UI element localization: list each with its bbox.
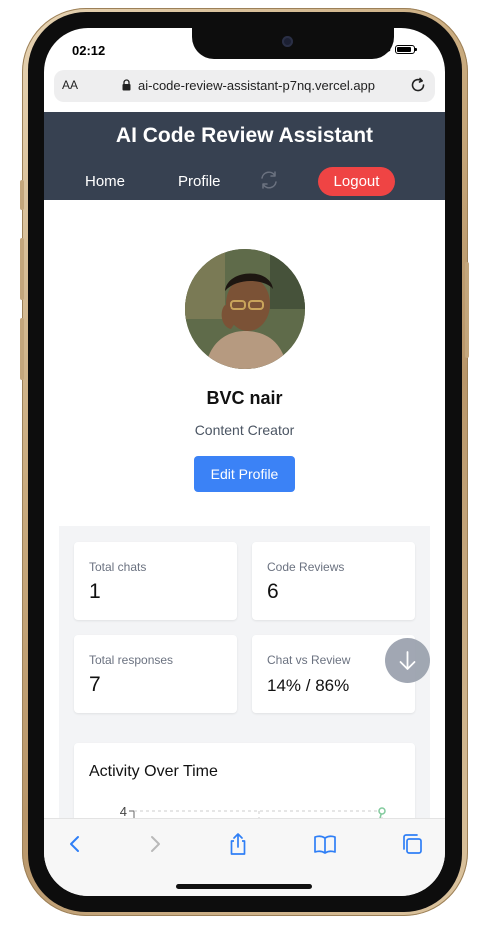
stat-value: 6	[267, 580, 279, 603]
profile-role: Content Creator	[194, 422, 295, 438]
stat-label: Total responses	[89, 653, 174, 667]
stat-card-code-reviews: Code Reviews 6	[252, 542, 415, 620]
nav-profile-link[interactable]: Profile	[178, 173, 221, 190]
logout-button[interactable]: Logout	[318, 167, 395, 196]
phone-screen: 02:12 5G AA ai-code-review-assistant-p7n…	[44, 28, 445, 896]
book-icon[interactable]	[312, 831, 338, 857]
stats-panel: Total chats 1 Code Reviews 6 Total respo…	[59, 526, 430, 865]
camera-icon	[282, 36, 293, 47]
stat-value: 7	[89, 673, 101, 696]
share-icon[interactable]	[225, 831, 251, 857]
chevron-left-icon[interactable]	[62, 831, 88, 857]
stat-value: 1	[89, 580, 101, 603]
data-point	[378, 807, 386, 815]
arrow-down-icon	[399, 651, 416, 670]
avatar	[185, 249, 305, 369]
chevron-right-icon[interactable]	[142, 831, 168, 857]
chart-title: Activity Over Time	[89, 763, 218, 780]
avatar-photo	[185, 249, 305, 369]
nav-home-link[interactable]: Home	[85, 173, 125, 190]
sync-icon[interactable]	[258, 169, 280, 191]
stat-card-total-responses: Total responses 7	[74, 635, 237, 713]
app-title: AI Code Review Assistant	[115, 124, 374, 147]
battery-icon	[395, 44, 417, 54]
reload-icon[interactable]	[409, 76, 427, 94]
stat-card-total-chats: Total chats 1	[74, 542, 237, 620]
tabs-icon[interactable]	[399, 831, 425, 857]
profile-name: BVC nair	[206, 388, 283, 408]
stat-label: Code Reviews	[267, 560, 345, 574]
volume-up-button	[20, 238, 24, 300]
stat-label: Total chats	[89, 560, 147, 574]
app-header: AI Code Review Assistant Home Profile Lo…	[44, 112, 445, 200]
stat-label: Chat vs Review	[267, 653, 351, 667]
volume-down-button	[20, 318, 24, 380]
text-size-button[interactable]: AA	[62, 78, 78, 92]
lock-icon	[122, 79, 131, 91]
notch	[192, 28, 394, 59]
stat-value: 14% / 86%	[267, 676, 350, 695]
edit-profile-button[interactable]: Edit Profile	[194, 456, 295, 492]
mute-switch	[20, 180, 24, 210]
url-text[interactable]: ai-code-review-assistant-p7nq.vercel.app	[138, 78, 375, 93]
browser-url-bar[interactable]: AA ai-code-review-assistant-p7nq.vercel.…	[54, 70, 435, 102]
power-button	[465, 262, 469, 358]
y-axis-tick-label: 4	[120, 804, 127, 819]
home-indicator[interactable]	[176, 884, 312, 889]
status-time: 02:12	[72, 43, 106, 58]
scroll-down-button[interactable]	[385, 638, 430, 683]
